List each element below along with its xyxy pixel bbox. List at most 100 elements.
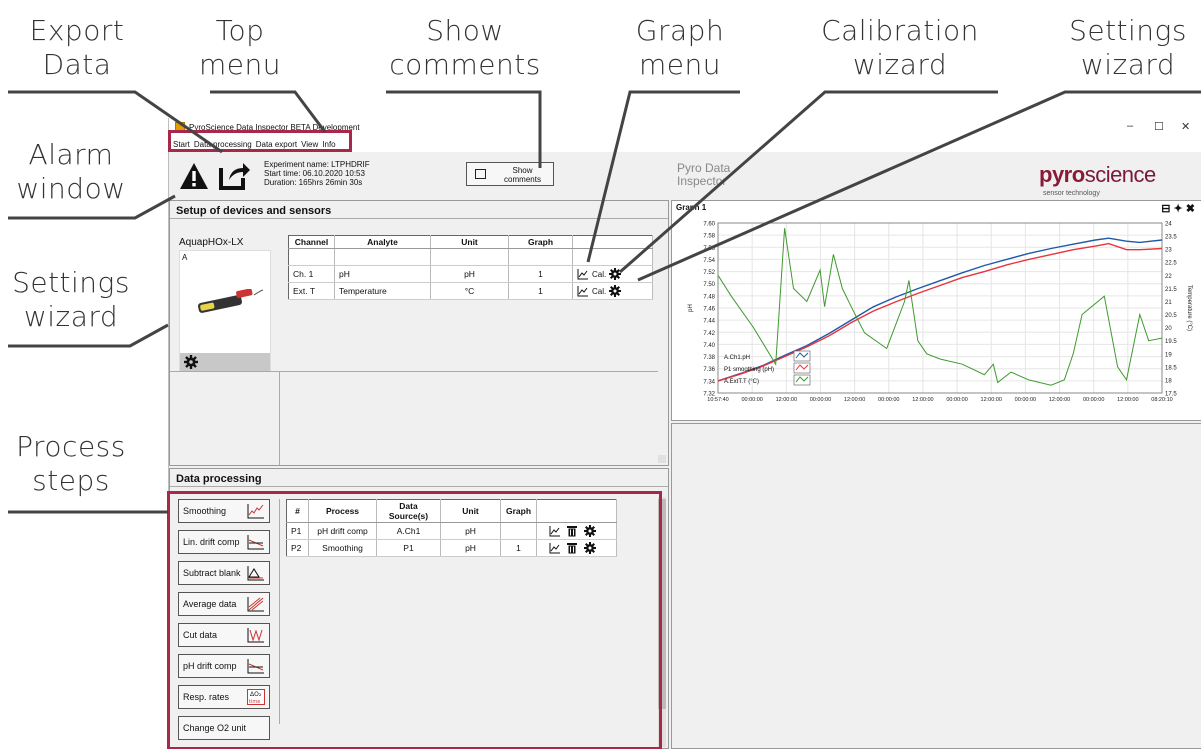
x-tick-label: 00:00:00 [946, 397, 967, 403]
resp-rates-icon: ΔO₂time [247, 689, 265, 705]
y-tick-label: 7.60 [703, 222, 715, 228]
device-card[interactable]: A [179, 250, 271, 372]
table-row[interactable]: P1 pH drift comp A.Ch1 pH [286, 522, 617, 540]
device-settings-gear-icon[interactable] [184, 355, 198, 369]
calibration-button[interactable]: Cal. [592, 270, 606, 279]
y2-tick-label: 23 [1165, 248, 1172, 254]
export-data-icon[interactable] [219, 160, 251, 195]
y-tick-label: 7.50 [703, 282, 715, 288]
y-tick-label: 7.34 [703, 379, 715, 385]
y-tick-label: 7.48 [703, 294, 715, 300]
experiment-info: Experiment name: LTPHDRIF Start time: 06… [264, 160, 370, 187]
setup-scroll-down[interactable] [658, 455, 666, 463]
data-processing-panel: Data processing Smoothing Lin. drift com… [167, 468, 669, 749]
graph-menu-icon[interactable]: ⊟ [1161, 203, 1170, 215]
comment-icon [475, 169, 486, 179]
calibration-button[interactable]: Cal. [592, 287, 606, 296]
graph-menu-icon[interactable] [549, 525, 561, 537]
average-data-button[interactable]: Average data [178, 592, 270, 616]
y-axis-label: pH [688, 304, 694, 312]
legend-swatch [793, 374, 811, 386]
change-o2-unit-button[interactable]: Change O2 unit [178, 716, 270, 740]
y2-tick-label: 21.5 [1165, 287, 1177, 293]
y-tick-label: 7.54 [703, 258, 715, 264]
callout-settings-wizard-left: Settings wizard [12, 266, 130, 333]
info-bar: Experiment name: LTPHDRIF Start time: 06… [169, 152, 1201, 200]
graph-menu-icon[interactable] [577, 285, 589, 297]
x-tick-label: 00:00:00 [1015, 397, 1036, 403]
x-tick-label: 08:20:10 [1151, 397, 1172, 403]
graph-title-bar: Graph 1 ⊟ ✦ ✖ [672, 201, 1201, 215]
series-line-2 [717, 242, 1163, 382]
processing-scrollbar[interactable] [658, 499, 666, 709]
y2-tick-label: 18 [1165, 378, 1172, 384]
settings-gear-icon[interactable] [583, 542, 596, 554]
callout-export-data: Export Data [29, 14, 125, 81]
minimize-button[interactable]: – [1127, 120, 1133, 132]
y2-tick-label: 22 [1165, 274, 1172, 280]
x-tick-label: 12:00:00 [1049, 397, 1070, 403]
graph-title: Graph 1 [676, 203, 707, 212]
settings-gear-icon[interactable] [609, 268, 622, 280]
y2-axis-label: Temperature (°C) [1186, 285, 1192, 331]
y-tick-label: 7.46 [703, 307, 715, 313]
smoothing-button[interactable]: Smoothing [178, 499, 270, 523]
col-process: Process [308, 499, 377, 523]
y2-tick-label: 19.5 [1165, 339, 1177, 345]
callout-calibration-wizard: Calibration wizard [821, 14, 979, 81]
table-row[interactable]: Ch. 1 pH pH 1 Cal. [288, 265, 653, 283]
svg-text:ΔO₂: ΔO₂ [250, 691, 262, 698]
cut-data-icon [247, 628, 264, 643]
settings-gear-icon[interactable] [583, 525, 596, 537]
close-icon[interactable]: ✖ [1186, 203, 1195, 215]
close-window-button[interactable]: ✕ [1181, 120, 1190, 133]
experiment-start: Start time: 06.10.2020 10:53 [264, 169, 365, 178]
delete-icon[interactable] [567, 542, 578, 554]
callout-process-steps: Process steps [16, 430, 126, 497]
app-window: PyroScience Data Inspector BETA Developm… [167, 118, 1201, 749]
show-comments-label: Show comments [504, 166, 541, 184]
x-tick-label: 00:00:00 [810, 397, 831, 403]
y-tick-label: 7.56 [703, 246, 715, 252]
lin-drift-comp-button[interactable]: Lin. drift comp [178, 530, 270, 554]
series-line-3 [717, 228, 1163, 386]
alarm-icon[interactable] [179, 162, 209, 195]
graph-menu-icon[interactable] [577, 268, 589, 280]
line-chart[interactable]: 7.327.347.367.387.407.427.447.467.487.50… [672, 215, 1201, 415]
subtract-blank-button[interactable]: Subtract blank [178, 561, 270, 585]
device-channel: A [182, 253, 188, 262]
show-comments-button[interactable]: Show comments [466, 162, 554, 186]
channel-table: Channel Analyte Unit Graph Ch. 1 pH pH 1… [288, 235, 653, 300]
col-analyte: Analyte [334, 235, 431, 249]
logo-tagline: sensor technology [1043, 190, 1100, 197]
experiment-name: Experiment name: LTPHDRIF [264, 160, 370, 169]
cut-data-button[interactable]: Cut data [178, 623, 270, 647]
y2-tick-label: 22.5 [1165, 261, 1177, 267]
average-data-icon [247, 597, 264, 612]
device-name: AquapHOx-LX [179, 237, 244, 248]
top-menu-highlight [168, 130, 352, 152]
legend-label: A.ExtT.T (°C) [724, 379, 759, 385]
table-row[interactable]: Ext. T Temperature °C 1 Cal. [288, 282, 653, 300]
col-source: Data Source(s) [376, 499, 441, 523]
legend-swatch [793, 362, 811, 374]
x-tick-label: 12:00:00 [912, 397, 933, 403]
setup-divider [170, 371, 658, 372]
x-tick-label: 00:00:00 [878, 397, 899, 403]
graph-panel: Graph 1 ⊟ ✦ ✖ 7.32 7.34 7.36 7.38 7.40 7.42 7.… [671, 200, 1201, 421]
settings-gear-icon[interactable] [609, 285, 622, 297]
graph-menu-icon[interactable] [549, 542, 561, 554]
ph-drift-comp-button[interactable]: pH drift comp [178, 654, 270, 678]
process-table: # Process Data Source(s) Unit Graph P1 p… [286, 499, 617, 557]
svg-text:time: time [249, 699, 260, 705]
x-tick-label: 10:57:40 [707, 397, 728, 403]
maximize-button[interactable]: ☐ [1154, 120, 1164, 133]
pin-icon[interactable]: ✦ [1174, 203, 1183, 215]
y-tick-label: 7.40 [703, 343, 715, 349]
table-row[interactable]: P2 Smoothing P1 pH 1 [286, 539, 617, 557]
process-steps: Smoothing Lin. drift comp Subtract blank… [178, 499, 278, 749]
callout-settings-wizard-top: Settings wizard [1069, 14, 1187, 81]
empty-graph-area [671, 423, 1201, 749]
resp-rates-button[interactable]: Resp. rates ΔO₂ time [178, 685, 270, 709]
delete-icon[interactable] [567, 525, 578, 537]
